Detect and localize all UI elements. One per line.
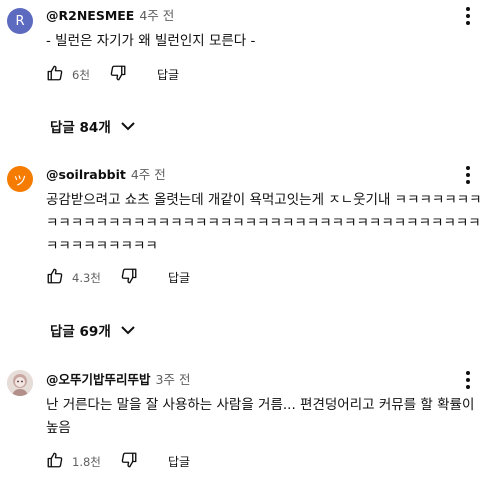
like-icon[interactable] bbox=[46, 64, 64, 82]
comment-text: 공감받으려고 쇼츠 올렷는데 개같이 욕먹고잇는게 ㅈㄴ웃기내 ㅋㅋㅋㅋㅋㅋㅋㅋ… bbox=[46, 192, 482, 254]
more-options-icon[interactable] bbox=[464, 371, 472, 389]
avatar[interactable]: ツ bbox=[7, 166, 33, 192]
comment-author[interactable]: @오뚜기밥뚜리뚜밥 bbox=[46, 372, 151, 387]
dislike-icon[interactable] bbox=[120, 451, 138, 469]
comment-text: 난 거른다는 말을 잘 사용하는 사람을 거름... 편견덩어리고 커뮤를 할 … bbox=[46, 397, 479, 436]
comment-author[interactable]: @soilrabbit bbox=[46, 167, 126, 182]
like-count: 4.3천 bbox=[72, 271, 101, 285]
more-options-icon[interactable] bbox=[464, 7, 472, 25]
comment-time[interactable]: 4주 전 bbox=[139, 8, 174, 23]
view-replies-button[interactable]: 답글 69개 bbox=[50, 320, 136, 340]
more-options-icon[interactable] bbox=[464, 166, 472, 184]
reply-button[interactable]: 답글 bbox=[157, 66, 179, 83]
dislike-icon[interactable] bbox=[109, 64, 127, 82]
chevron-down-icon bbox=[121, 326, 135, 335]
dislike-icon[interactable] bbox=[120, 267, 138, 285]
avatar[interactable]: R bbox=[7, 8, 33, 34]
like-icon[interactable] bbox=[46, 267, 64, 285]
reply-button[interactable]: 답글 bbox=[168, 269, 190, 286]
avatar-letter: ツ bbox=[13, 173, 27, 189]
avatar-letter: R bbox=[15, 13, 25, 29]
like-count: 6천 bbox=[72, 68, 90, 82]
view-replies-button[interactable]: 답글 84개 bbox=[50, 116, 136, 136]
like-icon[interactable] bbox=[46, 451, 64, 469]
chevron-down-icon bbox=[121, 122, 135, 131]
avatar[interactable] bbox=[7, 370, 33, 396]
replies-count-label: 답글 84개 bbox=[50, 120, 111, 136]
comment-text: - 빌런은 자기가 왜 빌런인지 모른다 - bbox=[46, 33, 256, 49]
avatar-image bbox=[7, 370, 33, 396]
comment-header: @R2NESMEE 4주 전 bbox=[46, 8, 174, 24]
comment-time[interactable]: 4주 전 bbox=[131, 167, 166, 182]
comment-time[interactable]: 3주 전 bbox=[156, 372, 191, 387]
like-count: 1.8천 bbox=[72, 455, 101, 469]
comment-author[interactable]: @R2NESMEE bbox=[46, 8, 134, 23]
comment-header: @오뚜기밥뚜리뚜밥 3주 전 bbox=[46, 372, 190, 388]
comment-header: @soilrabbit 4주 전 bbox=[46, 167, 166, 183]
reply-button[interactable]: 답글 bbox=[168, 453, 190, 470]
replies-count-label: 답글 69개 bbox=[50, 324, 111, 340]
